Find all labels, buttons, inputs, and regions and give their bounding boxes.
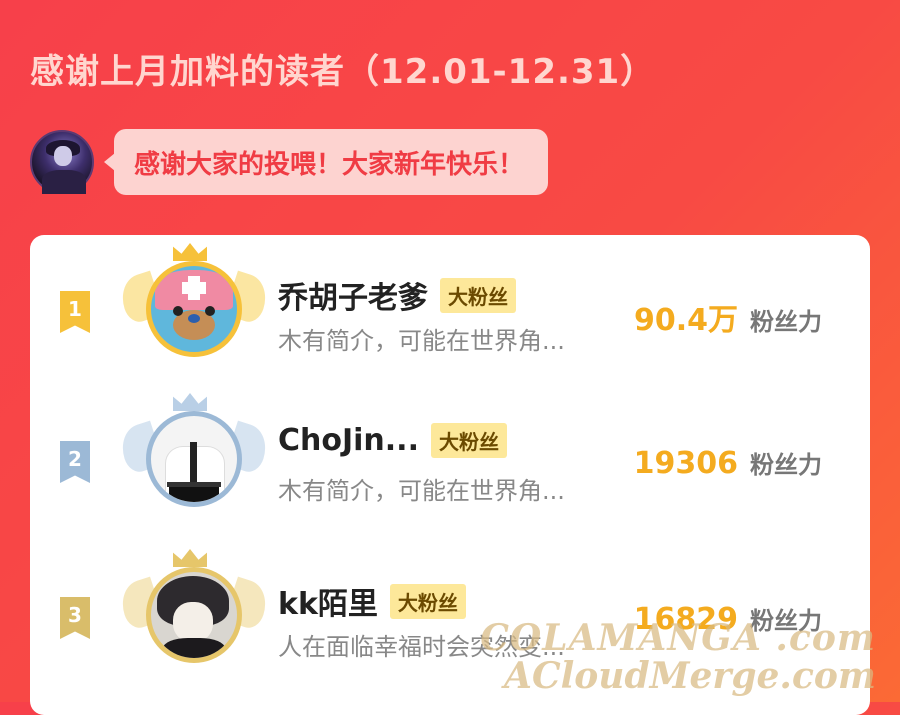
crown-icon — [173, 243, 207, 261]
chopper-avatar[interactable] — [146, 261, 242, 357]
ranking-row[interactable]: 2 ChoJin... 大粉丝 木有简介，可能在世界角... 19306 粉丝力 — [30, 385, 870, 535]
page-title: 感谢上月加料的读者（12.01-12.31） — [30, 52, 656, 92]
fans-unit: 粉丝力 — [750, 308, 822, 336]
reader-name[interactable]: kk陌里 — [278, 579, 378, 623]
reader-name-row: 乔胡子老爹 大粉丝 — [278, 273, 516, 317]
fan-level-badge: 大粉丝 — [389, 583, 466, 619]
fans-power: 19306 粉丝力 — [634, 445, 822, 481]
author-message-bubble: 感谢大家的投喂！大家新年快乐！ — [103, 129, 549, 195]
reader-name-row: ChoJin... 大粉丝 — [278, 423, 507, 458]
reader-description: 木有简介，可能在世界角... — [278, 477, 565, 505]
rank-badge: 3 — [60, 597, 90, 639]
fans-power: 90.4万 粉丝力 — [634, 295, 822, 339]
rank-badge: 1 — [60, 291, 90, 333]
watermark-line-2: ACloudMerge.com — [504, 655, 876, 697]
watermark: COLAMANGA .com ACloudMerge.com — [480, 620, 876, 694]
crown-icon — [173, 549, 207, 567]
rank-badge: 2 — [60, 441, 90, 483]
fans-value: 19306 — [633, 446, 738, 481]
fan-level-badge: 大粉丝 — [440, 277, 516, 313]
anime-boy-avatar[interactable] — [146, 567, 242, 663]
reader-name[interactable]: ChoJin... — [278, 423, 419, 458]
fans-value: 90.4万 — [633, 303, 738, 338]
watermark-line-1: COLAMANGA .com — [480, 617, 876, 659]
reader-name[interactable]: 乔胡子老爹 — [278, 273, 428, 317]
reader-name-row: kk陌里 大粉丝 — [278, 579, 466, 623]
fan-level-badge: 大粉丝 — [430, 423, 507, 458]
crown-icon — [173, 393, 207, 411]
ranking-row[interactable]: 1 乔胡子老爹 大粉丝 木有简介，可能在世界角... 90.4万 粉丝力 — [30, 235, 870, 385]
reader-description: 木有简介，可能在世界角... — [278, 327, 565, 355]
fans-unit: 粉丝力 — [750, 451, 822, 479]
author-avatar[interactable] — [30, 130, 94, 194]
shirt-avatar[interactable] — [146, 411, 242, 507]
